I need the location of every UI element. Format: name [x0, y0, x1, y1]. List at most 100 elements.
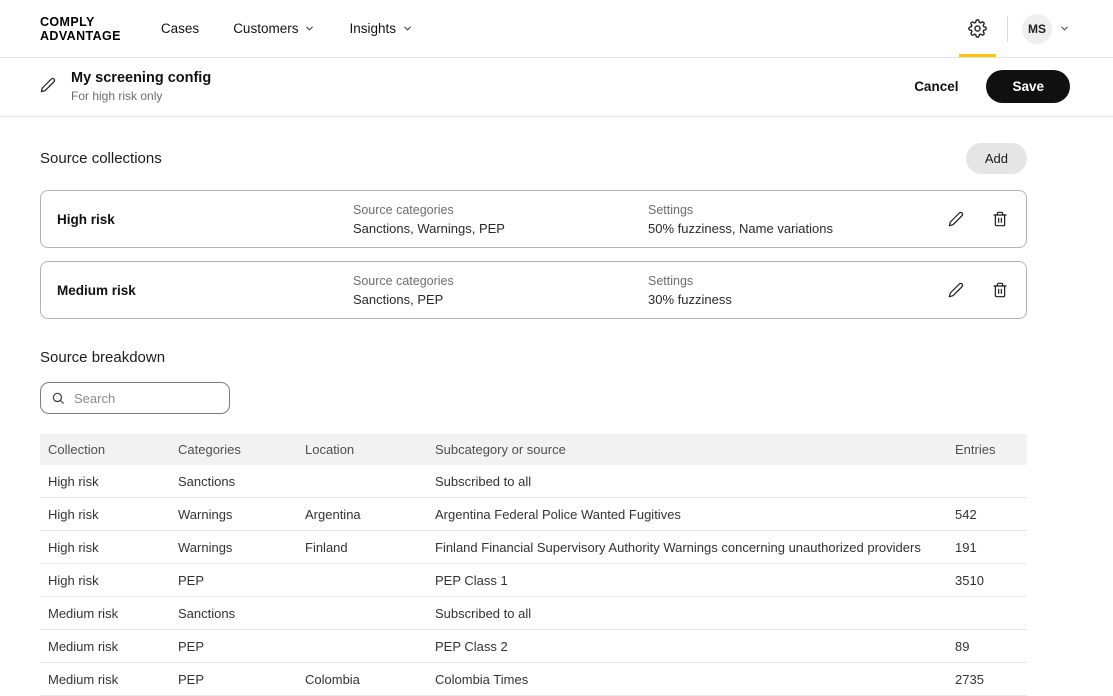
nav-item-label: Cases	[161, 21, 199, 36]
avatar: MS	[1022, 14, 1052, 44]
add-collection-button[interactable]: Add	[966, 143, 1027, 174]
cell-categories: Sanctions	[170, 465, 297, 498]
nav-item-label: Customers	[233, 21, 298, 36]
delete-collection-button[interactable]	[990, 209, 1010, 229]
column-header-entries: Entries	[947, 434, 1027, 465]
categories-label: Source categories	[353, 203, 648, 217]
cell-categories: Sanctions	[170, 597, 297, 630]
header-actions: Cancel Save	[912, 70, 1070, 103]
pencil-icon	[948, 282, 964, 298]
settings-value: 30% fuzziness	[648, 292, 946, 307]
collection-actions	[946, 280, 1010, 300]
logo-line-2: ADVANTAGE	[40, 29, 121, 43]
collection-actions	[946, 209, 1010, 229]
cell-location	[297, 597, 427, 630]
complyadvantage-logo[interactable]: COMPLY ADVANTAGE	[40, 15, 121, 43]
cell-subcategory: Finland Financial Supervisory Authority …	[427, 531, 947, 564]
cell-subcategory: PEP Class 2	[427, 630, 947, 663]
cancel-button[interactable]: Cancel	[912, 75, 960, 98]
save-button[interactable]: Save	[986, 70, 1070, 103]
cell-subcategory: Subscribed to all	[427, 597, 947, 630]
cell-categories: Warnings	[170, 531, 297, 564]
column-header-subcategory: Subcategory or source	[427, 434, 947, 465]
table-row: High risk Warnings Finland Finland Finan…	[40, 531, 1027, 564]
nav-divider	[1007, 16, 1008, 42]
cell-entries: 191	[947, 531, 1027, 564]
collection-settings: Settings 30% fuzziness	[648, 274, 946, 307]
table-row: Medium risk PEP PEP Class 2 89	[40, 630, 1027, 663]
nav-right: MS	[958, 0, 1070, 57]
account-menu-button[interactable]: MS	[1022, 14, 1070, 44]
cell-collection: High risk	[40, 564, 170, 597]
pencil-icon	[40, 77, 56, 93]
nav-item-customers[interactable]: Customers	[233, 21, 315, 36]
logo-line-1: COMPLY	[40, 15, 121, 29]
source-breakdown-title: Source breakdown	[40, 349, 1027, 366]
cell-location	[297, 564, 427, 597]
cell-entries: 3510	[947, 564, 1027, 597]
categories-value: Sanctions, Warnings, PEP	[353, 221, 648, 236]
cell-collection: Medium risk	[40, 663, 170, 696]
search-input[interactable]	[72, 390, 219, 407]
cell-categories: PEP	[170, 630, 297, 663]
edit-collection-button[interactable]	[946, 280, 966, 300]
column-header-categories: Categories	[170, 434, 297, 465]
cell-location: Argentina	[297, 498, 427, 531]
chevron-down-icon	[402, 23, 413, 34]
collection-categories: Source categories Sanctions, Warnings, P…	[353, 203, 648, 236]
chevron-down-icon	[1059, 23, 1070, 34]
cell-collection: High risk	[40, 531, 170, 564]
cell-subcategory: Colombia Times	[427, 663, 947, 696]
cell-entries: 542	[947, 498, 1027, 531]
cell-location	[297, 465, 427, 498]
cell-collection: High risk	[40, 465, 170, 498]
table-row: High risk PEP PEP Class 1 3510	[40, 564, 1027, 597]
table-row: Medium risk Sanctions Subscribed to all	[40, 597, 1027, 630]
page-subtitle: For high risk only	[71, 89, 211, 103]
nav-item-insights[interactable]: Insights	[349, 21, 413, 36]
cell-categories: Warnings	[170, 498, 297, 531]
categories-label: Source categories	[353, 274, 648, 288]
edit-collection-button[interactable]	[946, 209, 966, 229]
edit-config-name-button[interactable]	[40, 77, 58, 95]
collection-name: Medium risk	[57, 283, 353, 298]
cell-subcategory: Subscribed to all	[427, 465, 947, 498]
source-collections-header: Source collections Add	[40, 143, 1027, 174]
collection-categories: Source categories Sanctions, PEP	[353, 274, 648, 307]
cell-subcategory: Argentina Federal Police Wanted Fugitive…	[427, 498, 947, 531]
config-title-block: My screening config For high risk only	[71, 69, 211, 103]
top-nav: COMPLY ADVANTAGE Cases Customers Insight…	[0, 0, 1113, 58]
settings-value: 50% fuzziness, Name variations	[648, 221, 946, 236]
source-collections-title: Source collections	[40, 150, 162, 167]
nav-item-label: Insights	[349, 21, 396, 36]
delete-collection-button[interactable]	[990, 280, 1010, 300]
chevron-down-icon	[304, 23, 315, 34]
config-header: My screening config For high risk only C…	[0, 58, 1113, 117]
settings-label: Settings	[648, 203, 946, 217]
cell-categories: PEP	[170, 564, 297, 597]
settings-nav-button[interactable]	[958, 0, 997, 57]
cell-collection: High risk	[40, 498, 170, 531]
search-box	[40, 382, 230, 414]
collection-name: High risk	[57, 212, 353, 227]
trash-icon	[992, 282, 1008, 298]
page-title: My screening config	[71, 69, 211, 87]
table-header-row: Collection Categories Location Subcatego…	[40, 434, 1027, 465]
cell-subcategory: PEP Class 1	[427, 564, 947, 597]
column-header-collection: Collection	[40, 434, 170, 465]
collection-card-medium-risk: Medium risk Source categories Sanctions,…	[40, 261, 1027, 319]
table-row: High risk Sanctions Subscribed to all	[40, 465, 1027, 498]
column-header-location: Location	[297, 434, 427, 465]
settings-label: Settings	[648, 274, 946, 288]
categories-value: Sanctions, PEP	[353, 292, 648, 307]
cell-entries	[947, 465, 1027, 498]
nav-item-cases[interactable]: Cases	[161, 21, 199, 36]
cell-location: Colombia	[297, 663, 427, 696]
cell-entries: 89	[947, 630, 1027, 663]
search-icon	[51, 391, 65, 405]
collection-card-high-risk: High risk Source categories Sanctions, W…	[40, 190, 1027, 248]
cell-collection: Medium risk	[40, 630, 170, 663]
trash-icon	[992, 211, 1008, 227]
gear-icon	[968, 19, 987, 38]
cell-categories: PEP	[170, 663, 297, 696]
